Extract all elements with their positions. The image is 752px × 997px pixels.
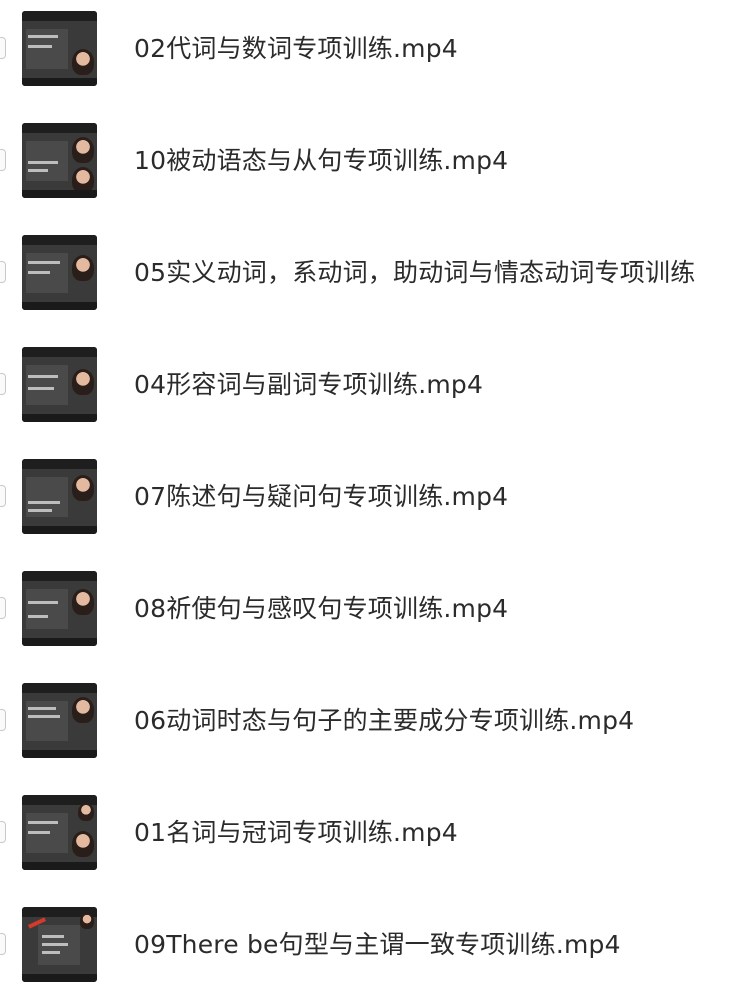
file-row[interactable]: 07陈述句与疑问句专项训练.mp4 [0,457,752,537]
file-row[interactable]: 06动词时态与句子的主要成分专项训练.mp4 [0,681,752,761]
select-checkbox[interactable] [0,597,6,619]
select-checkbox[interactable] [0,709,6,731]
select-checkbox[interactable] [0,485,6,507]
video-thumbnail-icon[interactable] [22,123,97,198]
video-thumbnail-icon[interactable] [22,347,97,422]
file-row[interactable]: 04形容词与副词专项训练.mp4 [0,345,752,425]
file-row[interactable]: 09There be句型与主谓一致专项训练.mp4 [0,905,752,985]
file-name[interactable]: 02代词与数词专项训练.mp4 [134,29,458,69]
file-name[interactable]: 07陈述句与疑问句专项训练.mp4 [134,477,508,517]
file-name[interactable]: 09There be句型与主谓一致专项训练.mp4 [134,925,621,965]
file-list: 02代词与数词专项训练.mp4 10被动语态与从句专项训练.mp4 05实义动词… [0,0,752,997]
file-name[interactable]: 10被动语态与从句专项训练.mp4 [134,141,508,181]
video-thumbnail-icon[interactable] [22,683,97,758]
file-name[interactable]: 04形容词与副词专项训练.mp4 [134,365,483,405]
video-thumbnail-icon[interactable] [22,795,97,870]
select-checkbox[interactable] [0,933,6,955]
select-checkbox[interactable] [0,821,6,843]
video-thumbnail-icon[interactable] [22,907,97,982]
video-thumbnail-icon[interactable] [22,459,97,534]
video-thumbnail-icon[interactable] [22,11,97,86]
video-thumbnail-icon[interactable] [22,235,97,310]
select-checkbox[interactable] [0,37,6,59]
video-thumbnail-icon[interactable] [22,571,97,646]
file-name[interactable]: 08祈使句与感叹句专项训练.mp4 [134,589,508,629]
file-row[interactable]: 01名词与冠词专项训练.mp4 [0,793,752,873]
file-row[interactable]: 10被动语态与从句专项训练.mp4 [0,121,752,201]
select-checkbox[interactable] [0,261,6,283]
select-checkbox[interactable] [0,373,6,395]
select-checkbox[interactable] [0,149,6,171]
file-name[interactable]: 01名词与冠词专项训练.mp4 [134,813,458,853]
file-row[interactable]: 05实义动词，系动词，助动词与情态动词专项训练 [0,233,752,313]
file-name[interactable]: 05实义动词，系动词，助动词与情态动词专项训练 [134,253,695,293]
file-row[interactable]: 02代词与数词专项训练.mp4 [0,9,752,89]
file-name[interactable]: 06动词时态与句子的主要成分专项训练.mp4 [134,701,634,741]
file-row[interactable]: 08祈使句与感叹句专项训练.mp4 [0,569,752,649]
